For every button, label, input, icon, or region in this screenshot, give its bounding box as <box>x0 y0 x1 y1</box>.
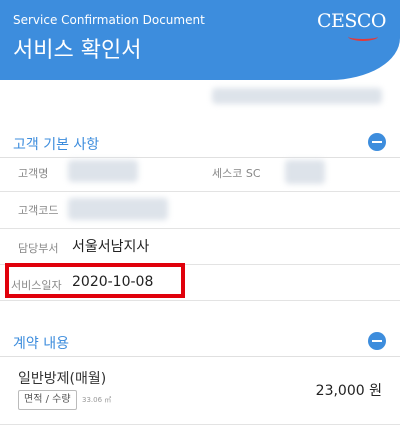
area-quantity-chip: 면적 / 수량 <box>18 390 77 410</box>
redacted-customer-code <box>68 198 168 220</box>
sesco-sc-label: 세스코 SC <box>212 167 261 180</box>
section-divider <box>0 356 400 357</box>
page-title: 서비스 확인서 <box>13 38 142 63</box>
brand-logo: CESCO <box>316 10 387 32</box>
highlight-box <box>5 263 185 298</box>
redacted-customer-name <box>68 160 138 182</box>
row-divider <box>0 300 400 301</box>
contract-price: 23,000 원 <box>315 383 382 399</box>
collapse-icon[interactable] <box>368 133 386 151</box>
contract-title: 계약 내용 <box>13 336 69 352</box>
basic-info-header[interactable]: 고객 기본 사항 <box>0 127 400 157</box>
contract-header[interactable]: 계약 내용 <box>0 326 400 356</box>
customer-name-label: 고객명 <box>18 167 49 180</box>
redacted-sc-name <box>285 160 325 184</box>
logo-arc-mark <box>348 32 378 41</box>
row-divider <box>0 191 400 192</box>
area-value: 33.06 ㎡ <box>82 396 112 404</box>
customer-code-label: 고객코드 <box>18 204 59 217</box>
row-divider <box>0 228 400 229</box>
branch-value: 서울서남지사 <box>72 239 150 255</box>
basic-info-title: 고객 기본 사항 <box>13 137 100 153</box>
document-subtitle: Service Confirmation Document <box>13 13 205 27</box>
row-divider <box>0 424 400 425</box>
collapse-icon[interactable] <box>368 332 386 350</box>
header-banner: Service Confirmation Document 서비스 확인서 CE… <box>0 0 400 80</box>
branch-label: 담당부서 <box>18 242 59 255</box>
redacted-info <box>212 88 382 104</box>
contract-item-name: 일반방제(매월) <box>18 371 107 387</box>
section-divider <box>0 157 400 158</box>
